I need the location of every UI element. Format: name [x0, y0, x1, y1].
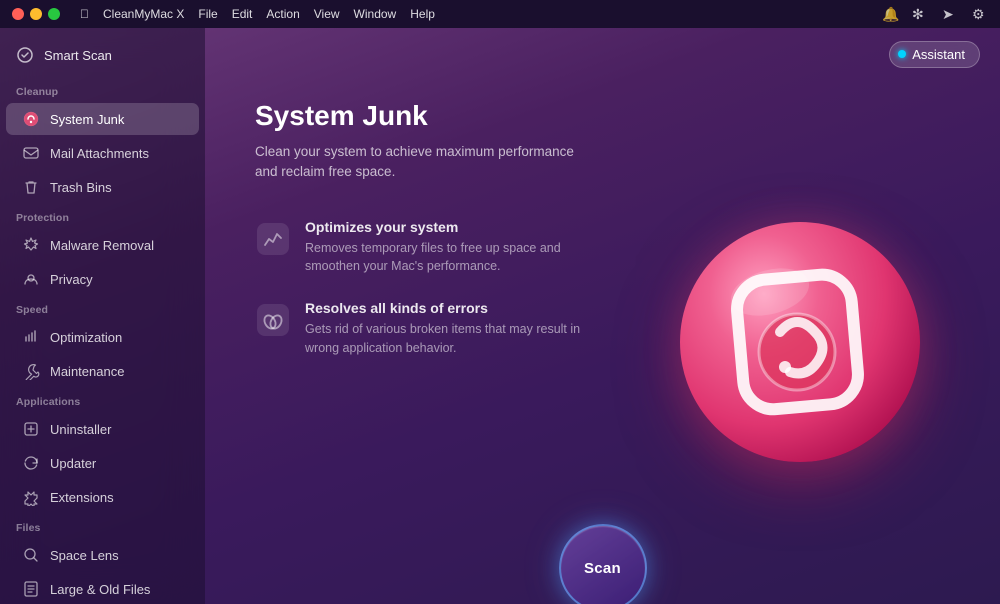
settings-icon[interactable]: ⚙ — [972, 6, 988, 22]
hero-area — [640, 100, 960, 584]
titlebar-icons: 🔔 ✻ ➤ ⚙ — [882, 6, 988, 22]
feature-desc-errors: Gets rid of various broken items that ma… — [305, 320, 585, 358]
arrow-icon[interactable]: ➤ — [942, 6, 958, 22]
close-button[interactable] — [12, 8, 24, 20]
menu-action[interactable]: Action — [266, 7, 299, 21]
menu-window[interactable]: Window — [354, 7, 397, 21]
sidebar-item-label-trash-bins: Trash Bins — [50, 180, 112, 195]
page-description: Clean your system to achieve maximum per… — [255, 142, 595, 183]
main-content: Assistant System Junk Clean your system … — [205, 28, 1000, 604]
sidebar-item-malware-removal[interactable]: Malware Removal — [6, 229, 199, 261]
sidebar-item-label-mail-attachments: Mail Attachments — [50, 146, 149, 161]
notification-icon[interactable]: 🔔 — [882, 6, 898, 22]
errors-icon — [255, 302, 291, 338]
app-container: Smart Scan Cleanup System Junk Mail A — [0, 28, 1000, 604]
trash-icon — [22, 178, 40, 196]
smart-scan-icon — [16, 46, 34, 64]
sidebar-item-extensions[interactable]: Extensions — [6, 481, 199, 513]
feature-item-optimizes: Optimizes your system Removes temporary … — [255, 219, 620, 277]
traffic-lights — [12, 8, 60, 20]
scan-button-wrap: Scan — [205, 514, 1000, 604]
optimizes-icon — [255, 221, 291, 257]
scan-button[interactable]: Scan — [559, 524, 647, 604]
optimization-icon — [22, 328, 40, 346]
malware-icon — [22, 236, 40, 254]
sidebar-item-smart-scan[interactable]: Smart Scan — [0, 36, 205, 74]
smart-scan-label: Smart Scan — [44, 48, 112, 63]
content-left: System Junk Clean your system to achieve… — [255, 100, 640, 584]
sidebar-item-uninstaller[interactable]: Uninstaller — [6, 413, 199, 445]
feature-text-errors: Resolves all kinds of errors Gets rid of… — [305, 300, 585, 358]
sidebar-item-system-junk[interactable]: System Junk — [6, 103, 199, 135]
sidebar-item-updater[interactable]: Updater — [6, 447, 199, 479]
mail-icon — [22, 144, 40, 162]
menu-edit[interactable]: Edit — [232, 7, 253, 21]
menu-help[interactable]: Help — [410, 7, 435, 21]
sidebar-item-label-malware-removal: Malware Removal — [50, 238, 154, 253]
minimize-button[interactable] — [30, 8, 42, 20]
sidebar-item-label-large-old-files: Large & Old Files — [50, 582, 150, 597]
sidebar-item-label-system-junk: System Junk — [50, 112, 124, 127]
menu-bar:  CleanMyMac X File Edit Action View Win… — [80, 7, 435, 21]
app-menu-name[interactable]: CleanMyMac X — [103, 7, 184, 21]
sidebar-item-label-space-lens: Space Lens — [50, 548, 119, 563]
header-bar: Assistant — [205, 28, 1000, 80]
space-lens-icon — [22, 546, 40, 564]
sidebar-item-label-uninstaller: Uninstaller — [50, 422, 111, 437]
sidebar-item-maintenance[interactable]: Maintenance — [6, 355, 199, 387]
apple-menu[interactable]:  — [80, 7, 89, 21]
page-title: System Junk — [255, 100, 620, 132]
titlebar:  CleanMyMac X File Edit Action View Win… — [0, 0, 1000, 28]
section-label-protection: Protection — [0, 204, 205, 228]
sidebar-item-label-privacy: Privacy — [50, 272, 93, 287]
privacy-icon — [22, 270, 40, 288]
system-junk-icon — [22, 110, 40, 128]
flower-icon[interactable]: ✻ — [912, 6, 928, 22]
sidebar: Smart Scan Cleanup System Junk Mail A — [0, 28, 205, 604]
sidebar-item-label-optimization: Optimization — [50, 330, 122, 345]
feature-list: Optimizes your system Removes temporary … — [255, 219, 620, 358]
hero-sphere — [680, 222, 920, 462]
maintenance-icon — [22, 362, 40, 380]
feature-title-errors: Resolves all kinds of errors — [305, 300, 585, 316]
sidebar-item-label-updater: Updater — [50, 456, 96, 471]
sidebar-item-large-old-files[interactable]: Large & Old Files — [6, 573, 199, 604]
assistant-label: Assistant — [912, 47, 965, 62]
assistant-status-dot — [898, 50, 906, 58]
large-files-icon — [22, 580, 40, 598]
sidebar-item-space-lens[interactable]: Space Lens — [6, 539, 199, 571]
sidebar-item-trash-bins[interactable]: Trash Bins — [6, 171, 199, 203]
feature-text-optimizes: Optimizes your system Removes temporary … — [305, 219, 585, 277]
feature-title-optimizes: Optimizes your system — [305, 219, 585, 235]
section-label-applications: Applications — [0, 388, 205, 412]
sidebar-item-label-maintenance: Maintenance — [50, 364, 124, 379]
section-label-files: Files — [0, 514, 205, 538]
sidebar-item-mail-attachments[interactable]: Mail Attachments — [6, 137, 199, 169]
sidebar-item-privacy[interactable]: Privacy — [6, 263, 199, 295]
menu-file[interactable]: File — [198, 7, 217, 21]
section-label-speed: Speed — [0, 296, 205, 320]
section-label-cleanup: Cleanup — [0, 78, 205, 102]
feature-item-errors: Resolves all kinds of errors Gets rid of… — [255, 300, 620, 358]
sidebar-item-optimization[interactable]: Optimization — [6, 321, 199, 353]
maximize-button[interactable] — [48, 8, 60, 20]
updater-icon — [22, 454, 40, 472]
sidebar-item-label-extensions: Extensions — [50, 490, 114, 505]
assistant-button[interactable]: Assistant — [889, 41, 980, 68]
feature-desc-optimizes: Removes temporary files to free up space… — [305, 239, 585, 277]
extensions-icon — [22, 488, 40, 506]
menu-view[interactable]: View — [314, 7, 340, 21]
uninstaller-icon — [22, 420, 40, 438]
